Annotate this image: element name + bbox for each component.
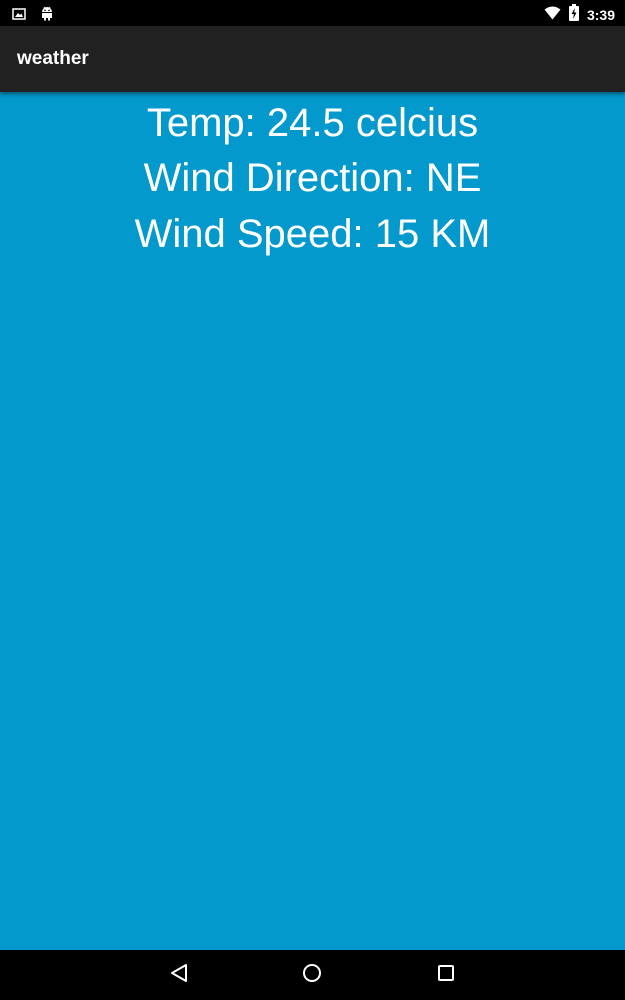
wifi-icon bbox=[544, 6, 561, 25]
wind-speed-text: Wind Speed: 15 KM bbox=[134, 212, 491, 256]
status-bar: 3:39 bbox=[0, 0, 625, 26]
home-icon bbox=[302, 963, 322, 988]
battery-charging-icon bbox=[568, 4, 579, 26]
android-icon bbox=[40, 5, 54, 26]
temperature-text: Temp: 24.5 celcius bbox=[146, 101, 479, 145]
app-bar: weather bbox=[0, 26, 625, 92]
back-icon bbox=[170, 963, 188, 988]
status-time: 3:39 bbox=[586, 7, 615, 23]
recents-button[interactable] bbox=[435, 964, 457, 986]
notification-icons bbox=[12, 5, 54, 26]
back-button[interactable] bbox=[168, 963, 190, 988]
wind-direction-text: Wind Direction: NE bbox=[143, 156, 482, 200]
app-title: weather bbox=[17, 48, 89, 69]
screen: 3:39 weather Temp: 24.5 celcius Wind Dir… bbox=[0, 0, 625, 1000]
navigation-bar bbox=[0, 950, 625, 1000]
system-status: 3:39 bbox=[544, 4, 615, 26]
image-icon bbox=[12, 7, 26, 25]
recents-icon bbox=[437, 964, 455, 987]
home-button[interactable] bbox=[301, 963, 323, 988]
weather-content: Temp: 24.5 celcius Wind Direction: NE Wi… bbox=[0, 92, 625, 950]
